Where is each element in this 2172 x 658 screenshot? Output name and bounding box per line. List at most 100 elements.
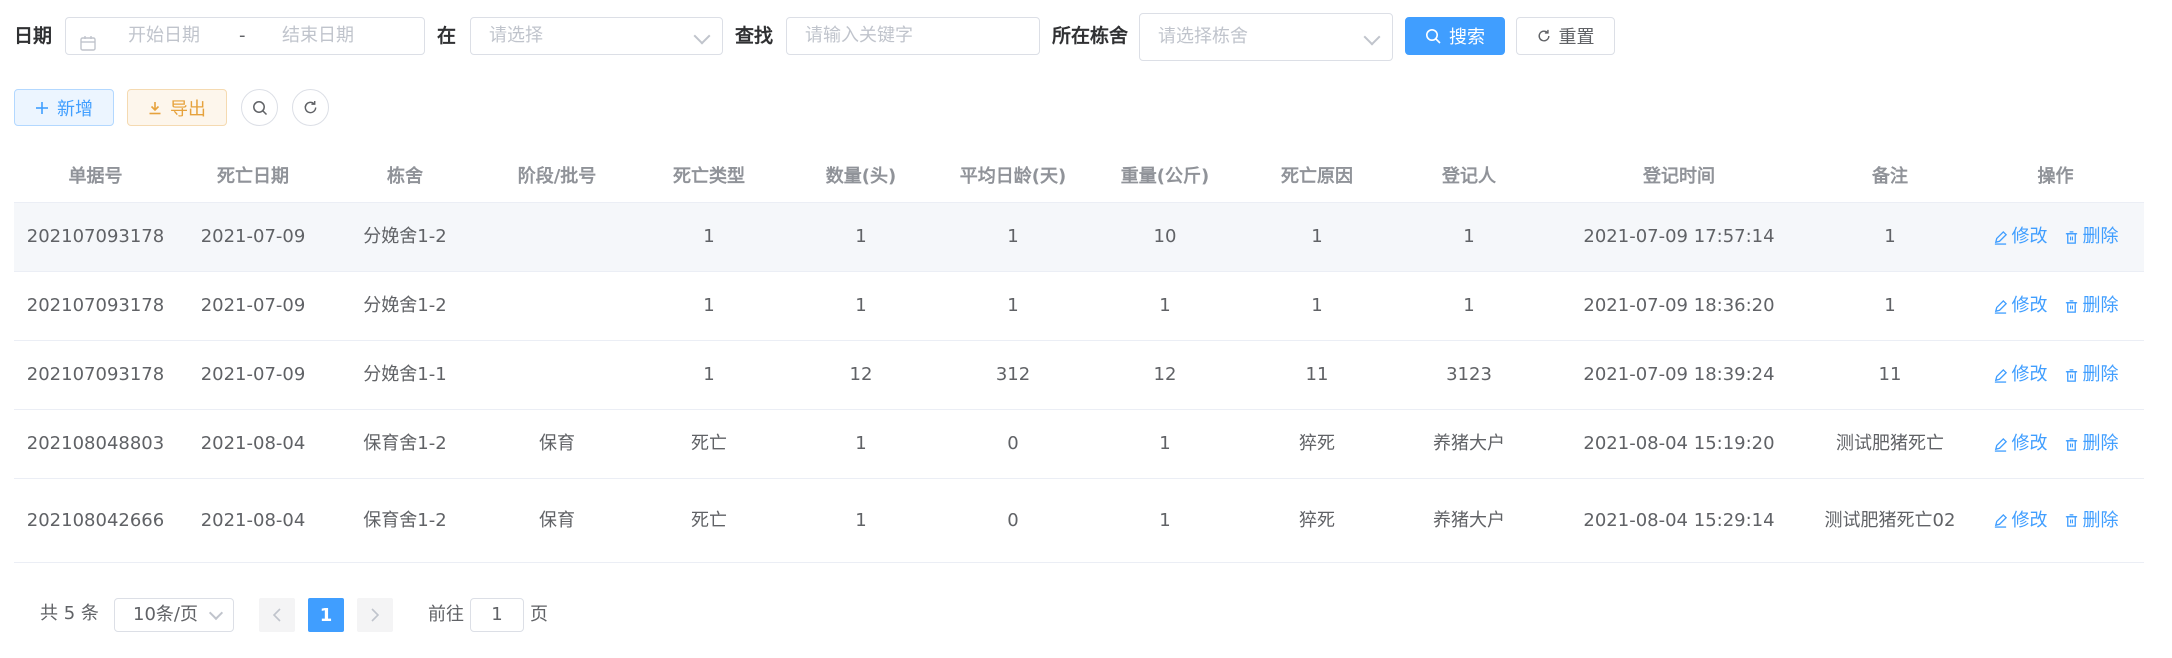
edit-link[interactable]: 修改 <box>1993 509 2048 533</box>
delete-link[interactable]: 删除 <box>2064 294 2119 318</box>
chevron-down-icon <box>1363 28 1381 46</box>
cell-avg-age: 0 <box>1007 509 1019 531</box>
edit-link[interactable]: 修改 <box>1993 363 2048 387</box>
trash-icon <box>2064 437 2079 452</box>
cell-stage-batch <box>481 341 633 409</box>
edit-link-label: 修改 <box>2011 226 2048 247</box>
column-header-avg-age: 平均日龄(天) <box>959 166 1067 187</box>
export-button[interactable]: 导出 <box>127 89 227 126</box>
barn-label: 所在栋舍 <box>1052 25 1129 47</box>
cell-death-reason: 11 <box>1305 364 1329 385</box>
barn-select[interactable]: 请选择栋舍 <box>1139 13 1393 61</box>
edit-icon <box>1993 368 2008 383</box>
keyword-input[interactable]: 请输入关键字 <box>786 17 1040 55</box>
barn-select-placeholder: 请选择栋舍 <box>1158 26 1248 47</box>
toggle-search-button[interactable] <box>241 89 278 126</box>
date-range-picker[interactable]: 开始日期 - 结束日期 <box>65 17 425 55</box>
cell-registrant: 3123 <box>1446 364 1492 385</box>
next-page-button[interactable] <box>357 598 393 632</box>
cell-barn: 保育舍1-2 <box>363 509 447 531</box>
cell-register-time: 2021-08-04 15:29:14 <box>1583 509 1775 531</box>
export-button-label: 导出 <box>170 98 206 120</box>
prev-page-button[interactable] <box>259 598 295 632</box>
cell-registrant: 1 <box>1463 226 1475 247</box>
date-label: 日期 <box>14 25 53 47</box>
cell-actions: 修改 删除 <box>1967 203 2144 271</box>
search-button-label: 搜索 <box>1449 27 1485 48</box>
delete-link[interactable]: 删除 <box>2064 225 2119 249</box>
add-button[interactable]: 新增 <box>14 89 114 126</box>
total-count: 共 5 条 <box>40 603 99 624</box>
reset-button[interactable]: 重置 <box>1516 17 1615 55</box>
start-date-input[interactable]: 开始日期 <box>128 18 200 54</box>
column-header-barn: 栋舍 <box>387 166 423 187</box>
goto-page-input[interactable]: 1 <box>470 598 524 632</box>
cell-register-time: 2021-07-09 18:36:20 <box>1583 295 1775 316</box>
page-size-select[interactable]: 10条/页 <box>114 598 234 632</box>
add-button-label: 新增 <box>57 98 93 120</box>
search-label: 查找 <box>735 25 774 47</box>
delete-link[interactable]: 删除 <box>2064 363 2119 387</box>
delete-link-label: 删除 <box>2082 509 2119 531</box>
search-button[interactable]: 搜索 <box>1405 17 1505 55</box>
cell-quantity: 1 <box>855 295 867 316</box>
table-row: 202107093178 2021-07-09 分娩舍1-1 1 12 312 12 11 31… <box>14 341 2144 410</box>
column-header-stage-batch: 阶段/批号 <box>517 166 597 187</box>
death-records-table: 单据号 死亡日期 栋舍 阶段/批号 死亡类型 数量(头) 平均日龄(天) 重量(公斤) 死亡原因… <box>14 148 2144 563</box>
edit-link-label: 修改 <box>2011 295 2048 316</box>
cell-death-reason: 猝死 <box>1299 509 1335 531</box>
column-header-death-date: 死亡日期 <box>217 166 289 187</box>
delete-link-label: 删除 <box>2082 433 2119 454</box>
column-header-bill-no: 单据号 <box>68 166 123 187</box>
edit-icon <box>1993 437 2008 452</box>
chevron-down-icon <box>208 605 224 621</box>
search-icon <box>252 100 268 116</box>
cell-actions: 修改 删除 <box>1967 272 2144 340</box>
column-header-remark: 备注 <box>1872 166 1908 187</box>
end-date-input[interactable]: 结束日期 <box>282 18 354 54</box>
edit-link[interactable]: 修改 <box>1993 294 2048 318</box>
cell-remark: 1 <box>1884 295 1896 316</box>
edit-link[interactable]: 修改 <box>1993 225 2048 249</box>
cell-stage-batch <box>481 272 633 340</box>
edit-icon <box>1993 299 2008 314</box>
edit-link[interactable]: 修改 <box>1993 432 2048 456</box>
cell-registrant: 养猪大户 <box>1433 433 1505 454</box>
cell-avg-age: 1 <box>1007 226 1019 247</box>
cell-quantity: 1 <box>855 433 867 454</box>
chevron-down-icon <box>693 27 711 45</box>
cell-death-type: 1 <box>703 364 715 385</box>
cell-death-date: 2021-08-04 <box>200 509 306 531</box>
edit-link-label: 修改 <box>2011 364 2048 385</box>
cell-remark: 测试肥猪死亡02 <box>1824 509 1956 531</box>
column-header-quantity: 数量(头) <box>825 166 897 187</box>
cell-weight: 1 <box>1159 509 1171 531</box>
field-select[interactable]: 请选择 <box>470 17 723 55</box>
cell-stage-batch: 保育 <box>539 509 575 531</box>
cell-bill-no: 202108042666 <box>26 509 165 531</box>
trash-icon <box>2064 299 2079 314</box>
cell-death-reason: 1 <box>1311 226 1323 247</box>
cell-death-type: 死亡 <box>691 509 727 531</box>
cell-death-reason: 猝死 <box>1299 433 1335 454</box>
cell-stage-batch: 保育 <box>539 433 575 454</box>
page-number-1[interactable]: 1 <box>308 598 344 632</box>
refresh-table-button[interactable] <box>292 89 329 126</box>
delete-link[interactable]: 删除 <box>2064 509 2119 533</box>
cell-bill-no: 202107093178 <box>26 364 165 385</box>
edit-link-label: 修改 <box>2011 509 2048 531</box>
cell-death-date: 2021-07-09 <box>200 295 306 316</box>
cell-barn: 保育舍1-2 <box>363 433 447 454</box>
cell-barn: 分娩舍1-2 <box>363 226 447 247</box>
cell-actions: 修改 删除 <box>1967 341 2144 409</box>
column-header-death-reason: 死亡原因 <box>1281 166 1353 187</box>
cell-quantity: 1 <box>855 509 867 531</box>
page-size-value: 10条/页 <box>133 604 198 625</box>
download-icon <box>148 101 162 115</box>
trash-icon <box>2064 368 2079 383</box>
cell-death-date: 2021-08-04 <box>200 433 306 454</box>
goto-label: 前往 <box>428 604 464 625</box>
column-header-registrant: 登记人 <box>1442 166 1496 187</box>
trash-icon <box>2064 513 2079 528</box>
delete-link[interactable]: 删除 <box>2064 432 2119 456</box>
